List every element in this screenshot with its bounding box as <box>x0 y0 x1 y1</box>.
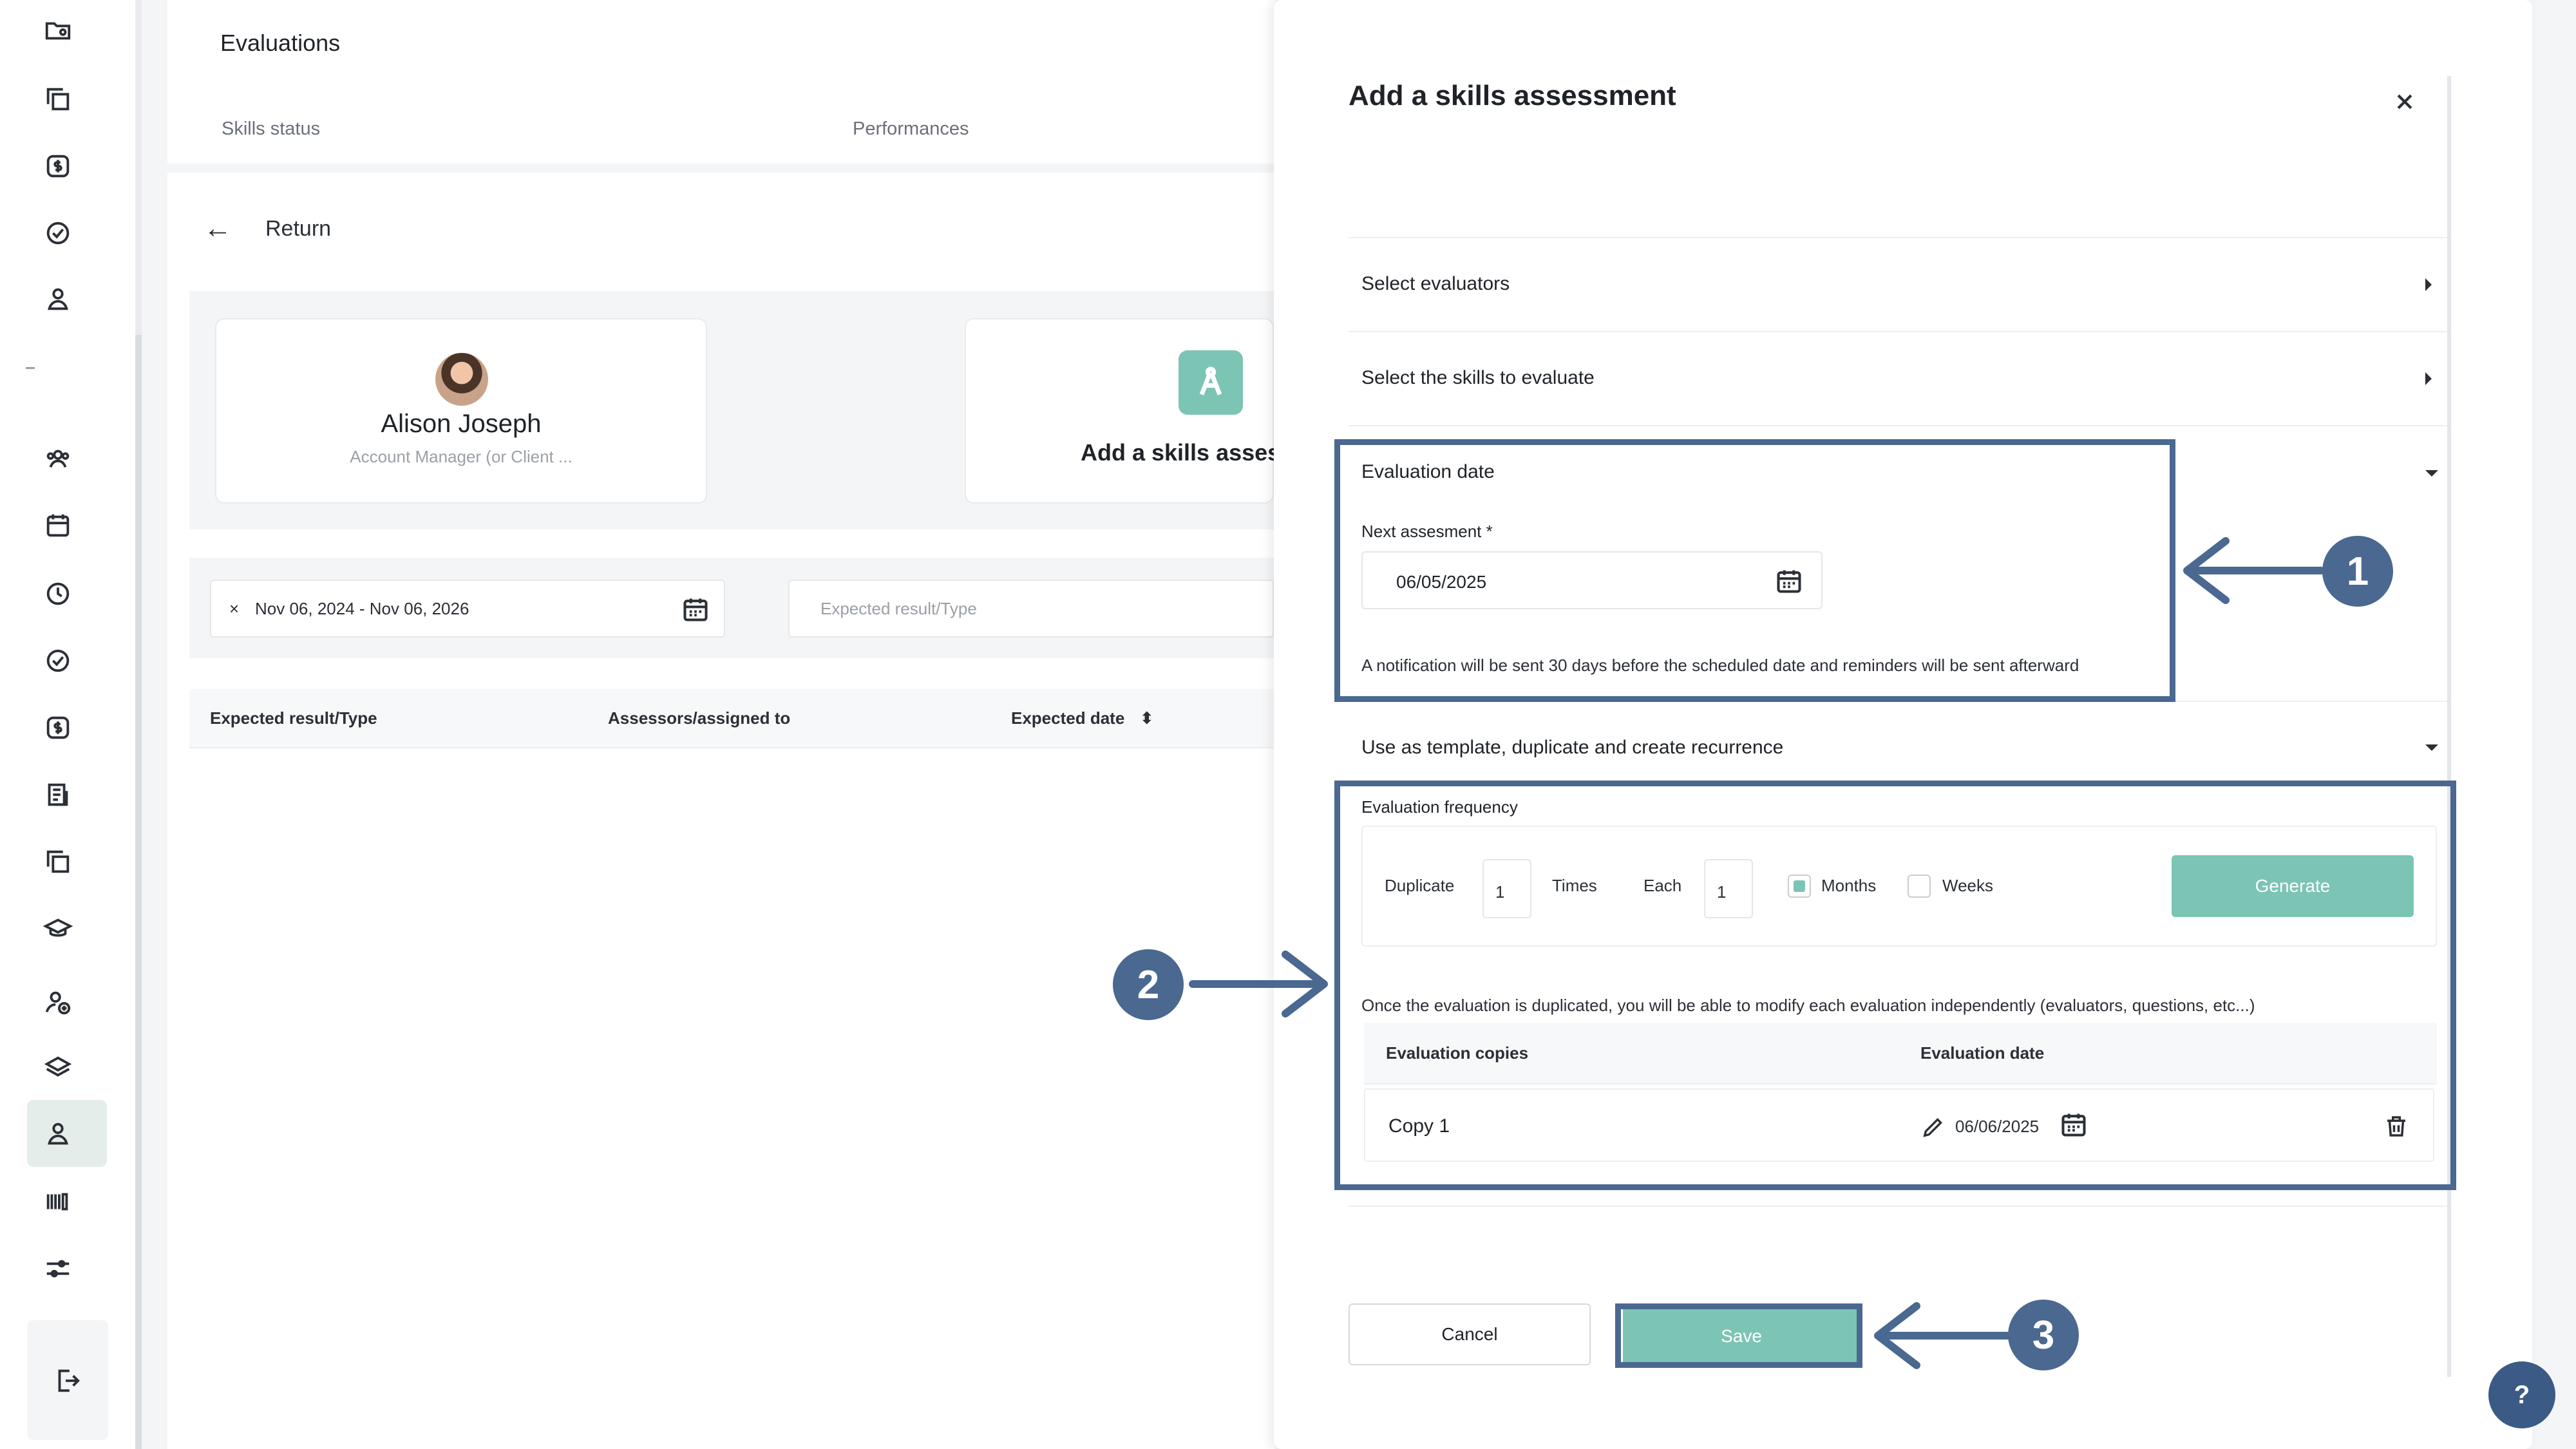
check-circle-icon[interactable] <box>40 215 76 251</box>
column-expected-date[interactable]: Expected date <box>1011 708 1124 728</box>
dollar-icon[interactable] <box>40 148 76 184</box>
divider <box>1349 237 2447 238</box>
employee-name: Alison Joseph <box>381 410 542 438</box>
layers-icon[interactable] <box>40 1050 76 1086</box>
help-button[interactable]: ? <box>2488 1361 2555 1428</box>
column-assessors[interactable]: Assessors/assigned to <box>608 708 790 728</box>
close-icon <box>2397 94 2412 109</box>
calendar-icon[interactable] <box>40 507 76 544</box>
header-card <box>167 0 1275 173</box>
calendar-icon[interactable] <box>681 595 710 623</box>
caret-down-icon[interactable] <box>2425 744 2438 751</box>
close-button[interactable] <box>2388 85 2421 118</box>
callout-box-2 <box>1334 781 2456 1190</box>
clear-icon[interactable]: × <box>229 599 239 619</box>
caret-right-icon[interactable] <box>2425 372 2432 385</box>
return-link[interactable]: ← Return <box>204 213 331 245</box>
logout-icon[interactable] <box>49 1363 85 1399</box>
copy-icon[interactable] <box>40 81 76 117</box>
callout-box-3 <box>1615 1303 1862 1368</box>
table-header: Expected result/Type Assessors/assigned … <box>189 689 1274 748</box>
folder-user-icon[interactable] <box>40 13 76 49</box>
document-list-icon[interactable] <box>40 777 76 813</box>
callout-box-1 <box>1334 439 2175 702</box>
callout-badge-1: 1 <box>2322 536 2393 607</box>
users-icon[interactable] <box>40 440 76 477</box>
barcode-icon[interactable] <box>40 1184 76 1220</box>
modal-title: Add a skills assessment <box>1349 80 1676 111</box>
sort-icon[interactable]: ⬍ <box>1140 708 1154 728</box>
add-skills-assessment-label: Add a skills asses <box>1081 439 1274 466</box>
graduation-cap-icon[interactable] <box>40 911 76 947</box>
divider <box>1349 331 2447 332</box>
tab-performances[interactable]: Performances <box>853 118 969 140</box>
accordion-select-evaluators[interactable]: Select evaluators <box>1361 273 1510 295</box>
sidebar <box>0 0 142 1449</box>
date-range-value: Nov 06, 2024 - Nov 06, 2026 <box>255 599 469 618</box>
arrow-left-icon: ← <box>204 213 232 244</box>
caret-down-icon[interactable] <box>2425 470 2438 477</box>
return-label: Return <box>265 216 332 241</box>
expected-result-type-filter[interactable]: Expected result/Type <box>788 580 1274 638</box>
column-expected-result[interactable]: Expected result/Type <box>210 708 377 728</box>
accordion-template-recurrence[interactable]: Use as template, duplicate and create re… <box>1361 737 1783 759</box>
employee-role: Account Manager (or Client ... <box>350 447 573 466</box>
copy-icon[interactable] <box>40 844 76 880</box>
user-icon[interactable] <box>40 1115 76 1151</box>
avatar <box>435 353 488 406</box>
user-add-icon[interactable] <box>40 984 76 1020</box>
check-circle-icon[interactable] <box>40 643 76 679</box>
nav-separator <box>26 367 35 369</box>
add-skills-assessment-modal <box>1274 0 2532 1449</box>
divider <box>1349 425 2447 426</box>
date-range-filter[interactable]: × Nov 06, 2024 - Nov 06, 2026 <box>210 580 725 638</box>
dollar-icon[interactable] <box>40 710 76 746</box>
sliders-icon[interactable] <box>40 1251 76 1287</box>
page-title: Evaluations <box>220 30 341 56</box>
tab-skills-status[interactable]: Skills status <box>222 118 320 140</box>
cancel-button[interactable]: Cancel <box>1349 1303 1591 1365</box>
clock-icon[interactable] <box>40 576 76 612</box>
compass-icon <box>1179 350 1243 415</box>
accordion-select-skills[interactable]: Select the skills to evaluate <box>1361 367 1595 389</box>
callout-badge-3: 3 <box>2008 1300 2079 1370</box>
user-icon[interactable] <box>40 281 76 317</box>
callout-badge-2: 2 <box>1113 949 1184 1020</box>
caret-right-icon[interactable] <box>2425 278 2432 291</box>
sidebar-scrollbar[interactable] <box>135 335 142 1449</box>
divider <box>1349 1206 2447 1207</box>
